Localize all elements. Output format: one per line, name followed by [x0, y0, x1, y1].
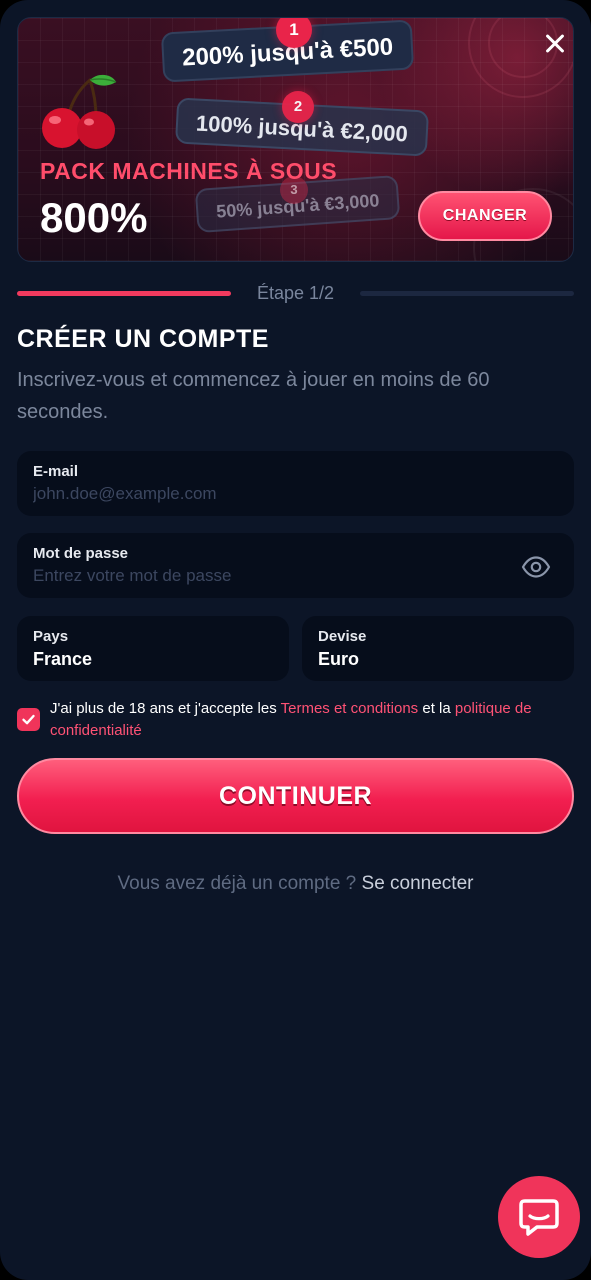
country-label: Pays — [33, 628, 69, 645]
chat-icon — [519, 1199, 559, 1236]
pack-percent: 800% — [40, 194, 148, 241]
step-indicator: Étape 1/2 — [256, 283, 335, 303]
eye-icon[interactable] — [521, 552, 551, 582]
password-field[interactable]: Mot de passe — [17, 533, 574, 598]
offer-step-badge-2: 2 — [282, 91, 314, 123]
close-icon[interactable] — [538, 26, 572, 60]
page-subtitle: Inscrivez-vous et commencez à jouer en m… — [17, 369, 490, 423]
chat-button[interactable] — [498, 1176, 580, 1258]
consent-text-part-1: J'ai plus de 18 ans et j'accepte les — [50, 700, 281, 717]
checkmark-icon — [22, 714, 35, 725]
terms-link[interactable]: Termes et conditions — [281, 700, 419, 717]
currency-label: Devise — [318, 628, 367, 645]
country-select[interactable]: Pays France — [17, 616, 289, 681]
login-link[interactable]: Se connecter — [362, 873, 474, 894]
email-field[interactable]: E-mail — [17, 451, 574, 516]
change-bonus-button[interactable]: CHANGER — [418, 191, 552, 241]
page-title: CRÉER UN COMPTE — [17, 325, 269, 353]
pack-title: PACK MACHINES À SOUS — [40, 158, 338, 184]
consent-text: J'ai plus de 18 ans et j'accepte les Ter… — [50, 698, 572, 742]
cherry-icon — [42, 74, 117, 149]
country-value: France — [33, 649, 93, 669]
password-input[interactable] — [33, 566, 473, 586]
login-prompt: Vous avez déjà un compte ? Se connecter — [0, 873, 591, 895]
consent-checkbox[interactable] — [17, 708, 40, 731]
login-prompt-text: Vous avez déjà un compte ? — [117, 873, 362, 894]
signup-screen: 200% jusqu'à €500 1 100% jusqu'à €2,000 … — [0, 0, 591, 1280]
currency-select[interactable]: Devise Euro — [302, 616, 574, 681]
continue-button[interactable]: CONTINUER — [17, 758, 574, 834]
consent-text-part-2: et la — [418, 700, 455, 717]
currency-value: Euro — [318, 649, 360, 669]
password-label: Mot de passe — [33, 545, 129, 562]
email-label: E-mail — [33, 463, 79, 480]
email-input[interactable] — [33, 484, 473, 504]
progress-bar-remaining — [360, 291, 574, 296]
promo-banner: 200% jusqu'à €500 1 100% jusqu'à €2,000 … — [17, 17, 574, 262]
progress-bar-filled — [17, 291, 231, 296]
